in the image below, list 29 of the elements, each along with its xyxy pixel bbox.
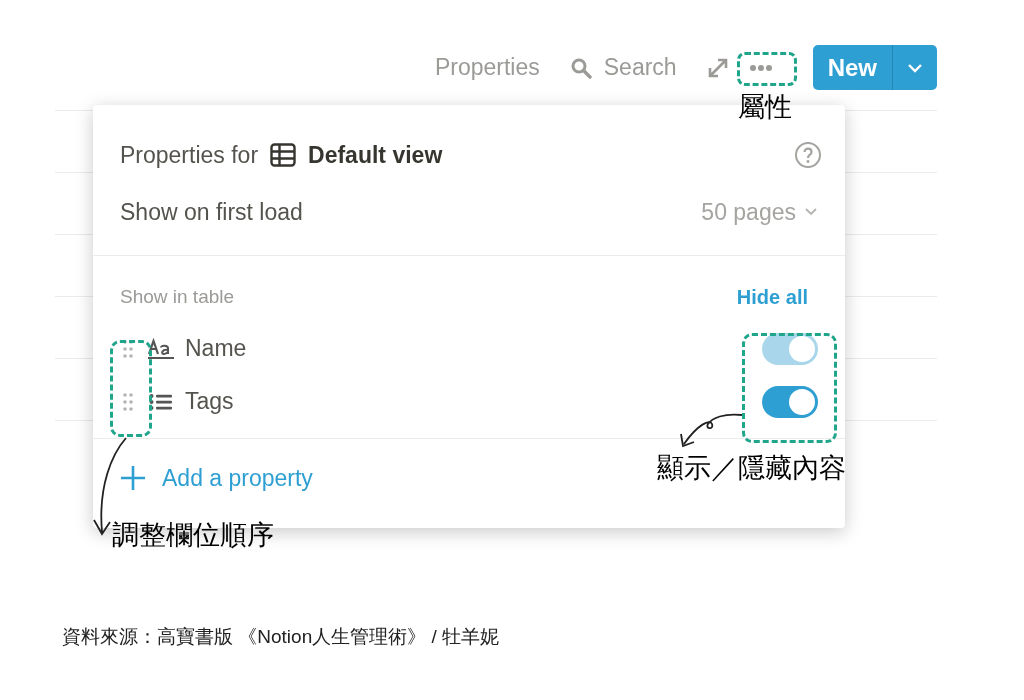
annotation-label: 調整欄位順序 xyxy=(112,522,274,549)
table-icon xyxy=(270,143,297,167)
view-name: Default view xyxy=(308,140,443,170)
drag-handle-icon[interactable] xyxy=(122,391,134,412)
expand-icon[interactable] xyxy=(706,56,729,79)
list-icon xyxy=(149,391,173,412)
hide-all-link[interactable]: Hide all xyxy=(736,282,808,312)
property-name: Tags xyxy=(185,387,235,417)
first-load-label: Show on first load xyxy=(120,197,303,227)
caption: 資料來源：高寶書版 《Notion人生管理術》 / 牡羊妮 xyxy=(62,625,500,649)
drag-handle-icon[interactable] xyxy=(122,338,134,359)
search-link[interactable]: Search xyxy=(603,50,677,85)
toggle-switch[interactable] xyxy=(762,385,818,418)
annotation-label: 顯示／隱藏內容 xyxy=(657,455,846,482)
plus-icon xyxy=(120,465,146,492)
properties-link[interactable]: Properties xyxy=(434,50,540,85)
section-heading: Show in table xyxy=(120,284,235,309)
search-icon xyxy=(569,56,592,79)
property-name: Name xyxy=(185,334,248,364)
chevron-down-icon xyxy=(804,207,818,217)
add-property-button[interactable]: Add a property xyxy=(120,461,313,496)
more-icon[interactable] xyxy=(748,63,773,72)
text-type-icon xyxy=(148,337,174,360)
help-icon[interactable] xyxy=(794,141,822,169)
new-button[interactable]: New xyxy=(812,45,937,90)
page-count-select[interactable]: 50 pages xyxy=(701,194,818,230)
popup-title: Properties for xyxy=(120,140,259,170)
annotation-label: 屬性 xyxy=(738,94,792,121)
annotation-frame xyxy=(737,52,797,86)
